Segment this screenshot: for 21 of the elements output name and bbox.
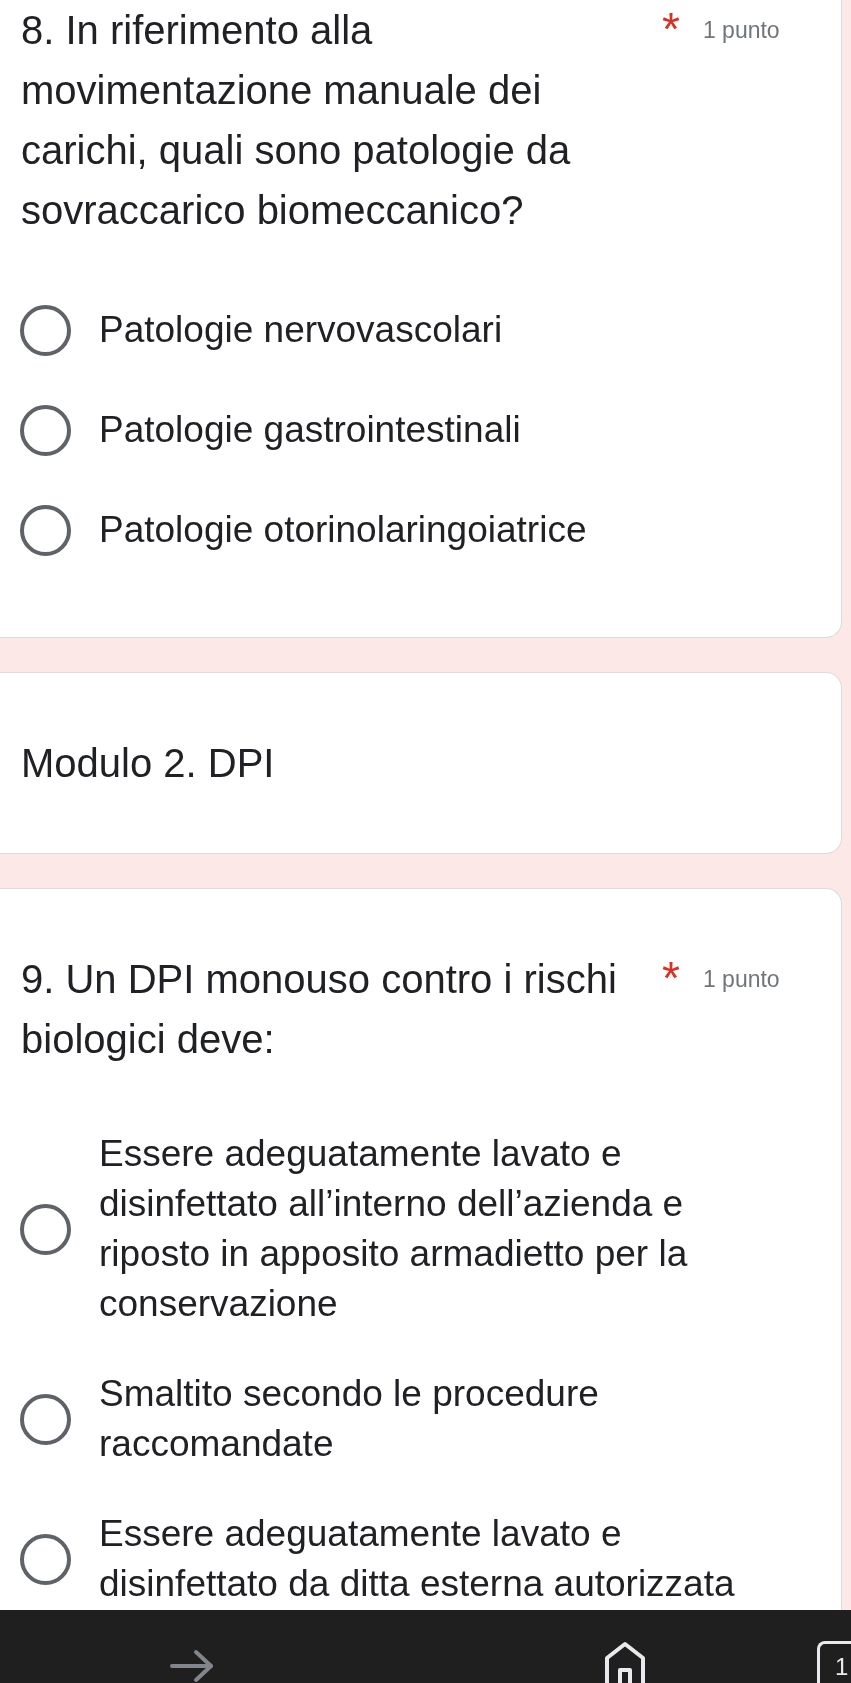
option-label: Essere adeguatamente lavato e disinfettato da ditta esterna autorizzata (99, 1512, 736, 1606)
radio-button[interactable] (20, 1533, 71, 1585)
required-asterisk: * (662, 951, 680, 1006)
option-label: Patologie gastrointestinali (99, 408, 522, 452)
question-title: 9. Un DPI monouso contro i rischi biologici deve: (21, 956, 618, 1063)
points-label: 1 punto (702, 965, 780, 994)
radio-button[interactable] (20, 1393, 71, 1445)
option-label: Essere adeguatamente lavato e disinfettato all’interno dell’azienda e riposto in apposito armadietto per la conservazione (99, 1132, 689, 1326)
radio-button[interactable] (20, 1203, 71, 1255)
radio-button[interactable] (20, 304, 71, 356)
option-label: Smaltito secondo le procedure raccomandate (99, 1372, 600, 1466)
option-label: Patologie otorinolaringoiatrice (99, 508, 588, 552)
required-asterisk: * (662, 2, 680, 57)
radio-button[interactable] (20, 504, 71, 556)
home-icon[interactable] (603, 1641, 647, 1683)
points-label: 1 punto (702, 16, 780, 45)
question-title: 8. In riferimento alla movimentazione manuale dei carichi, quali sono patologie da sovraccarico biomeccanico? (21, 7, 572, 234)
radio-button[interactable] (20, 404, 71, 456)
option-label: Patologie nervovascolari (99, 308, 504, 352)
tab-switcher-button[interactable]: 1 (817, 1641, 851, 1683)
section-title: Modulo 2. DPI (21, 740, 275, 787)
